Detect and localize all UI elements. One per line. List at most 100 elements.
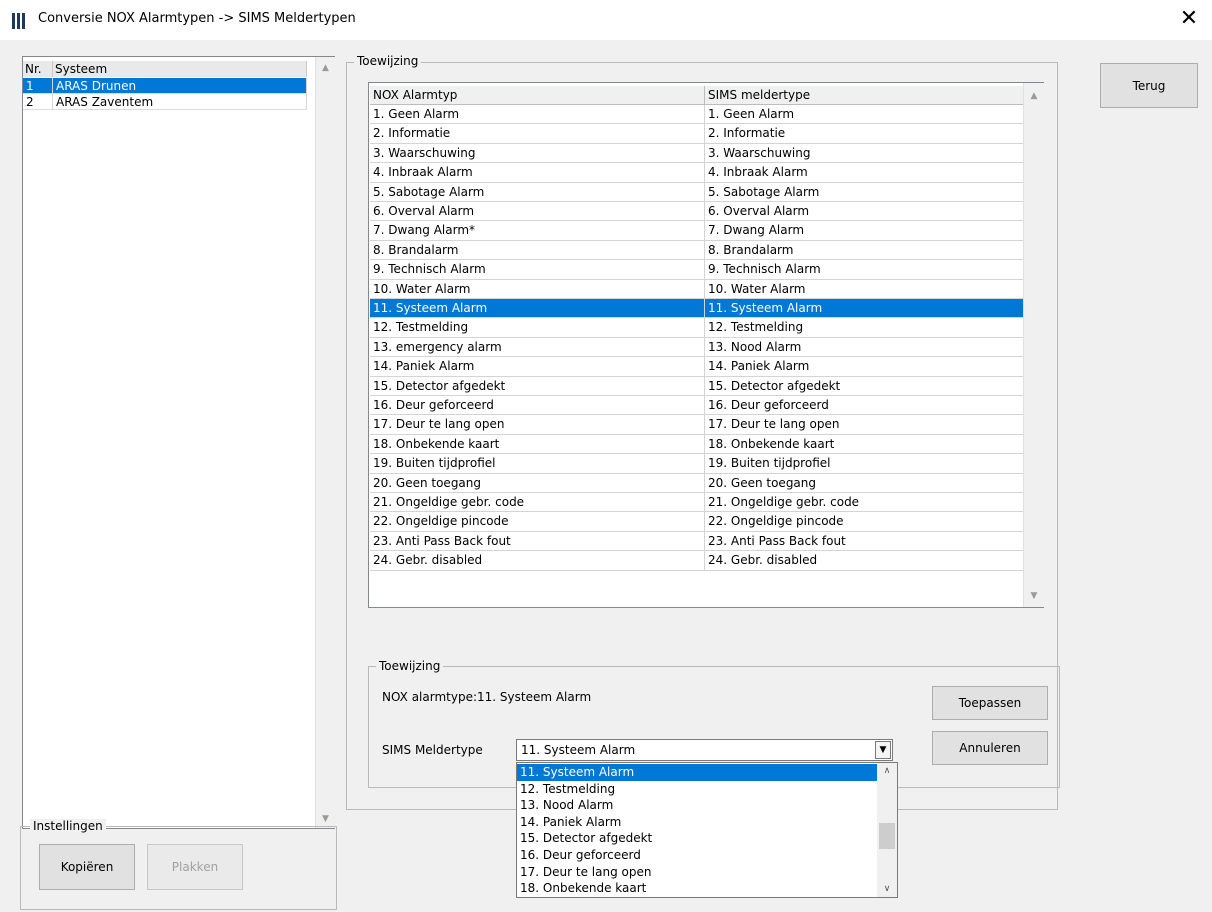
sims-meldertype-cell: 19. Buiten tijdprofiel <box>705 454 1039 474</box>
dropdown-option[interactable]: 11. Systeem Alarm <box>517 764 877 781</box>
mapping-row[interactable]: 18. Onbekende kaart 18. Onbekende kaart <box>370 434 1039 455</box>
sims-meldertype-cell: 2. Informatie <box>705 124 1039 144</box>
dropdown-scroll-thumb[interactable] <box>879 823 895 849</box>
systems-list[interactable]: Nr. Systeem 1 ARAS Drunen 2 ARAS Zaventem ▲… <box>22 56 335 829</box>
dropdown-option[interactable]: 18. Onbekende kaart <box>517 880 877 897</box>
mapping-row[interactable]: 14. Paniek Alarm 14. Paniek Alarm <box>370 357 1039 377</box>
mapping-row[interactable]: 8. Brandalarm 8. Brandalarm <box>370 240 1039 261</box>
sims-meldertype-select[interactable]: 11. Systeem Alarm ▼ <box>516 739 893 761</box>
mapping-row[interactable]: 10. Water Alarm 10. Water Alarm <box>370 279 1039 299</box>
sims-meldertype-cell: 10. Water Alarm <box>705 279 1039 299</box>
nox-alarmtype-cell: 22. Ongeldige pincode <box>370 512 705 532</box>
scroll-up-icon[interactable]: ∧ <box>877 766 897 776</box>
nox-alarmtype-cell: 4. Inbraak Alarm <box>370 163 705 183</box>
nox-alarmtype-value: 11. Systeem Alarm <box>477 690 592 704</box>
mapping-row[interactable]: 2. Informatie 2. Informatie <box>370 124 1039 144</box>
mapping-row[interactable]: 7. Dwang Alarm* 7. Dwang Alarm <box>370 221 1039 241</box>
mapping-row[interactable]: 5. Sabotage Alarm 5. Sabotage Alarm <box>370 182 1039 202</box>
nox-alarmtype-cell: 12. Testmelding <box>370 318 705 338</box>
scroll-up-icon[interactable]: ▲ <box>316 63 335 73</box>
mapping-row[interactable]: 12. Testmelding 12. Testmelding <box>370 318 1039 338</box>
sims-meldertype-cell: 24. Gebr. disabled <box>705 551 1039 571</box>
scroll-down-icon[interactable]: ▼ <box>1024 591 1044 601</box>
app-icon <box>12 13 30 29</box>
scroll-up-icon[interactable]: ▲ <box>1024 91 1044 101</box>
mapping-row[interactable]: 9. Technisch Alarm 9. Technisch Alarm <box>370 260 1039 280</box>
sims-meldertype-cell: 23. Anti Pass Back fout <box>705 531 1039 552</box>
mapping-row[interactable]: 4. Inbraak Alarm 4. Inbraak Alarm <box>370 163 1039 183</box>
dropdown-scrollbar[interactable]: ∧ ∨ <box>877 763 897 897</box>
column-header-systeem[interactable]: Systeem <box>53 61 307 77</box>
dropdown-option[interactable]: 13. Nood Alarm <box>517 797 877 814</box>
nox-alarmtype-cell: 11. Systeem Alarm <box>370 299 705 319</box>
mapping-row[interactable]: 13. emergency alarm 13. Nood Alarm <box>370 337 1039 358</box>
sims-meldertype-cell: 22. Ongeldige pincode <box>705 512 1039 532</box>
nox-alarmtype-cell: 2. Informatie <box>370 124 705 144</box>
nox-alarmtype-cell: 20. Geen toegang <box>370 473 705 493</box>
assignment-group-label: Toewijzing <box>354 54 422 68</box>
system-name: ARAS Zaventem <box>53 94 307 110</box>
nox-alarmtype-cell: 9. Technisch Alarm <box>370 260 705 280</box>
close-icon[interactable]: ✕ <box>1176 6 1202 32</box>
mapping-row[interactable]: 6. Overval Alarm 6. Overval Alarm <box>370 202 1039 222</box>
cancel-button[interactable]: Annuleren <box>932 731 1048 765</box>
sims-meldertype-selected: 11. Systeem Alarm <box>521 743 636 757</box>
column-header-nr[interactable]: Nr. <box>23 61 53 77</box>
chevron-down-icon[interactable]: ▼ <box>875 741 891 759</box>
scroll-down-icon[interactable]: ∨ <box>877 884 897 894</box>
system-nr: 2 <box>23 94 53 110</box>
nox-alarmtype-cell: 1. Geen Alarm <box>370 105 705 125</box>
back-button[interactable]: Terug <box>1100 63 1198 108</box>
window-title: Conversie NOX Alarmtypen -> SIMS Meldert… <box>38 11 356 26</box>
mapping-row[interactable]: 23. Anti Pass Back fout 23. Anti Pass Bac… <box>370 531 1039 552</box>
mapping-table-header: NOX Alarmtyp SIMS meldertype <box>370 86 1039 105</box>
mapping-table-scrollbar[interactable]: ▲ ▼ <box>1023 83 1044 607</box>
system-name: ARAS Drunen <box>53 78 307 94</box>
dropdown-option[interactable]: 15. Detector afgedekt <box>517 830 877 847</box>
sims-meldertype-cell: 12. Testmelding <box>705 318 1039 338</box>
sims-meldertype-dropdown-list[interactable]: 11. Systeem Alarm 12. Testmelding 13. Nood… <box>516 762 898 898</box>
systems-list-scrollbar[interactable]: ▲ ▼ <box>315 57 335 828</box>
alarm-mapping-table[interactable]: NOX Alarmtyp SIMS meldertype 1. Geen Ala… <box>368 82 1044 608</box>
settings-group-label: Instellingen <box>30 819 106 833</box>
sims-meldertype-cell: 18. Onbekende kaart <box>705 434 1039 455</box>
nox-alarmtype-cell: 8. Brandalarm <box>370 240 705 261</box>
mapping-row[interactable]: 3. Waarschuwing 3. Waarschuwing <box>370 143 1039 164</box>
title-bar: Conversie NOX Alarmtypen -> SIMS Meldert… <box>0 0 1212 40</box>
system-row[interactable]: 2 ARAS Zaventem <box>23 94 307 110</box>
sims-meldertype-cell: 9. Technisch Alarm <box>705 260 1039 280</box>
sims-meldertype-label: SIMS Meldertype <box>382 743 483 757</box>
sims-meldertype-cell: 3. Waarschuwing <box>705 143 1039 164</box>
dropdown-option[interactable]: 14. Paniek Alarm <box>517 814 877 831</box>
sims-meldertype-cell: 20. Geen toegang <box>705 473 1039 493</box>
mapping-row[interactable]: 22. Ongeldige pincode 22. Ongeldige pinco… <box>370 512 1039 532</box>
mapping-row[interactable]: 16. Deur geforceerd 16. Deur geforceerd <box>370 396 1039 416</box>
scroll-down-icon[interactable]: ▼ <box>316 814 335 824</box>
column-header-nox-alarmtype[interactable]: NOX Alarmtyp <box>370 86 705 105</box>
nox-alarmtype-cell: 13. emergency alarm <box>370 337 705 358</box>
sims-meldertype-cell: 4. Inbraak Alarm <box>705 163 1039 183</box>
nox-alarmtype-label: NOX alarmtype: <box>382 690 477 704</box>
mapping-row[interactable]: 24. Gebr. disabled 24. Gebr. disabled <box>370 551 1039 571</box>
mapping-row[interactable]: 1. Geen Alarm 1. Geen Alarm <box>370 105 1039 125</box>
mapping-row[interactable]: 20. Geen toegang 20. Geen toegang <box>370 473 1039 493</box>
dropdown-option[interactable]: 12. Testmelding <box>517 781 877 798</box>
nox-alarmtype-cell: 19. Buiten tijdprofiel <box>370 454 705 474</box>
nox-alarmtype-cell: 15. Detector afgedekt <box>370 376 705 396</box>
mapping-row[interactable]: 21. Ongeldige gebr. code 21. Ongeldige ge… <box>370 493 1039 513</box>
sims-meldertype-cell: 8. Brandalarm <box>705 240 1039 261</box>
sims-meldertype-cell: 15. Detector afgedekt <box>705 376 1039 396</box>
mapping-row[interactable]: 11. Systeem Alarm 11. Systeem Alarm <box>370 299 1039 319</box>
nox-alarmtype-cell: 16. Deur geforceerd <box>370 396 705 416</box>
dropdown-option[interactable]: 17. Deur te lang open <box>517 864 877 881</box>
column-header-sims-meldertype[interactable]: SIMS meldertype <box>705 86 1039 105</box>
mapping-row[interactable]: 15. Detector afgedekt 15. Detector afgede… <box>370 376 1039 396</box>
sims-meldertype-cell: 5. Sabotage Alarm <box>705 182 1039 202</box>
mapping-row[interactable]: 17. Deur te lang open 17. Deur te lang op… <box>370 415 1039 435</box>
apply-button[interactable]: Toepassen <box>932 686 1048 720</box>
dropdown-option[interactable]: 16. Deur geforceerd <box>517 847 877 864</box>
mapping-row[interactable]: 19. Buiten tijdprofiel 19. Buiten tijdpro… <box>370 454 1039 474</box>
copy-button[interactable]: Kopiëren <box>39 844 135 890</box>
nox-alarmtype-cell: 17. Deur te lang open <box>370 415 705 435</box>
system-row[interactable]: 1 ARAS Drunen <box>23 78 307 94</box>
